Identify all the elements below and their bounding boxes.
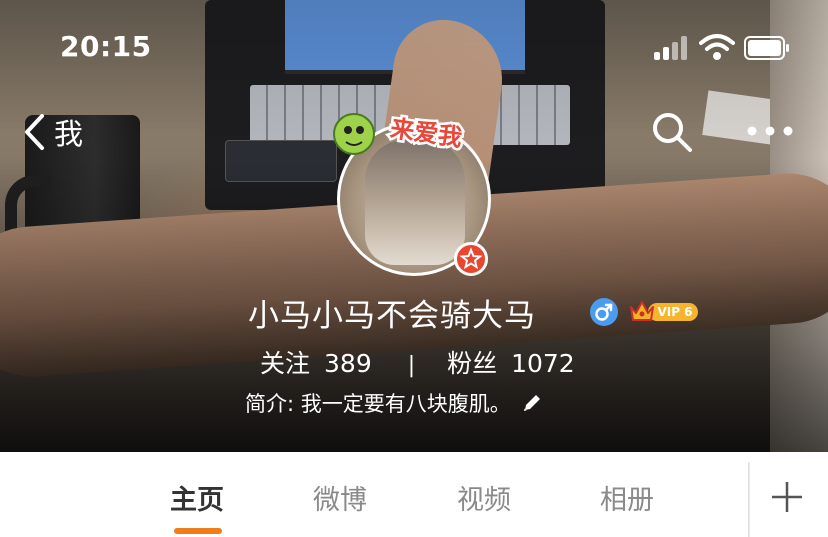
more-icon[interactable] (742, 116, 798, 146)
search-icon[interactable] (650, 110, 694, 154)
tab-albums[interactable]: 相册 (600, 478, 654, 517)
tab-videos[interactable]: 视频 (457, 478, 511, 517)
tab-weibo[interactable]: 微博 (313, 478, 367, 517)
status-icons (654, 34, 794, 64)
bio-row: 简介: 我一定要有八块腹肌。 (245, 388, 543, 418)
vip-badge[interactable]: VIP 6 (628, 298, 700, 324)
followers-label: 粉丝 (447, 349, 498, 378)
verified-badge-icon (454, 242, 488, 276)
avatar-sticker: 来爱我 (333, 112, 466, 155)
male-gender-icon (590, 298, 618, 326)
wifi-icon (699, 34, 735, 60)
username: 小马小马不会骑大马 (248, 298, 536, 334)
followers-stat[interactable]: 粉丝 1072 (447, 344, 575, 380)
tab-home[interactable]: 主页 (170, 478, 224, 517)
add-tab-icon[interactable] (768, 478, 806, 516)
name-row: 小马小马不会骑大马 VIP 6 (0, 290, 828, 334)
followers-count: 1072 (511, 349, 575, 378)
back-chevron-icon (25, 114, 44, 150)
back-label: 我 (54, 117, 84, 151)
avatar-sticker-text: 来爱我 (389, 114, 464, 152)
active-tab-indicator (174, 528, 222, 534)
status-time: 20:15 (60, 30, 152, 63)
profile-tab-bar: 主页 微博 视频 相册 (0, 452, 828, 537)
tab-separator (748, 462, 750, 537)
following-count: 389 (324, 349, 372, 378)
bio-text: 简介: 我一定要有八块腹肌。 (245, 392, 511, 416)
following-label: 关注 (260, 349, 311, 378)
stats-row: 关注 389 | 粉丝 1072 (260, 344, 575, 378)
pencil-edit-icon[interactable] (521, 392, 543, 414)
back-button[interactable]: 我 (22, 112, 83, 152)
crown-icon (630, 301, 654, 321)
stats-divider: | (407, 353, 416, 378)
battery-icon (744, 36, 789, 60)
cellular-signal-icon (654, 36, 690, 60)
following-stat[interactable]: 关注 389 (260, 344, 372, 380)
